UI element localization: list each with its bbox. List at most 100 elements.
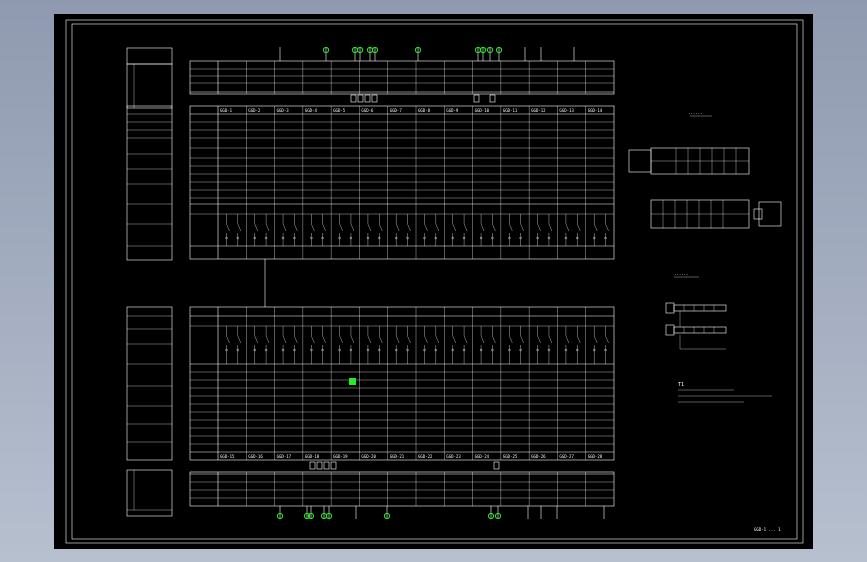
panel-header-cell: GGD-24 [475, 454, 490, 459]
panel-header-cell: GGD-11 [503, 108, 518, 113]
switch-blade [424, 223, 428, 232]
drawing-sheet[interactable]: GGD-1 GGD-2 GGD-3 GGD-4 GGD-5 GGD-6 GGD-7 GGD-8… [54, 14, 813, 549]
switch-blade [548, 223, 553, 232]
panel-header-cell: GGD-23 [446, 454, 461, 459]
switch-blade [463, 223, 468, 232]
detail-lower [665, 276, 727, 350]
panel-header-cell: GGD-2 [248, 108, 261, 113]
switch-blade [322, 223, 326, 232]
upper-breaker-boxes [350, 94, 496, 103]
switch-blade [265, 223, 270, 232]
switch-blade [396, 335, 400, 344]
selected-grip[interactable] [349, 378, 356, 385]
switch-blade [339, 335, 343, 344]
panel-header-cell: GGD-9 [446, 108, 459, 113]
switch-blade [367, 223, 372, 232]
switch-blade [294, 335, 298, 344]
panel-header-cell: GGD-8 [418, 108, 431, 113]
panel-header-cell: GGD-28 [588, 454, 603, 459]
upper-left-legend [126, 47, 173, 261]
panel-header-cell: GGD-22 [418, 454, 433, 459]
panel-header-cell: GGD-1 [220, 108, 233, 113]
panel-header-cell: GGD-20 [361, 454, 376, 459]
switch-blade [396, 223, 400, 232]
switch-blade [452, 223, 456, 232]
switch-blade [282, 223, 287, 232]
panel-header-cell: GGD-26 [531, 454, 546, 459]
switch-blade [435, 335, 439, 344]
detail-caption: ...... [688, 110, 702, 115]
panel-header-cell: GGD-5 [333, 108, 346, 113]
single-line-diagram: GGD-1 GGD-2 GGD-3 GGD-4 GGD-5 GGD-6 GGD-7 GGD-8… [65, 19, 804, 544]
panel-header-cell: GGD-25 [503, 454, 518, 459]
switch-blade [311, 335, 315, 344]
switch-blade [577, 223, 581, 232]
switch-blade [452, 335, 456, 344]
switch-blade [350, 335, 355, 344]
switch-blade [311, 223, 315, 232]
switch-blade [226, 223, 230, 232]
note-label: T1 [678, 382, 684, 388]
switch-blade [537, 335, 541, 344]
detail-middle [650, 199, 782, 229]
switch-blade [407, 223, 411, 232]
switch-blade [265, 335, 270, 344]
panel-header-cell: GGD-19 [333, 454, 348, 459]
upper-feeder-table: GGD-1 GGD-2 GGD-3 GGD-4 GGD-5 GGD-6 GGD-7 GGD-8… [189, 105, 615, 260]
detail-caption-2: ...... [674, 271, 688, 276]
upper-bus-table [189, 60, 615, 95]
switch-blade [520, 223, 524, 232]
switch-blade [492, 335, 496, 344]
lower-bus-table [189, 471, 615, 507]
switch-blade [509, 223, 513, 232]
detail-top [628, 115, 750, 175]
panel-header-cell: GGD-4 [305, 108, 318, 113]
panel-header-cell: GGD-21 [390, 454, 405, 459]
switch-blade [339, 223, 343, 232]
panel-header-cell: GGD-7 [390, 108, 403, 113]
outer-frame [65, 19, 804, 544]
switch-blade [605, 223, 609, 232]
switch-blade [282, 335, 287, 344]
switch-blade [480, 223, 485, 232]
panel-header-cell: GGD-12 [531, 108, 546, 113]
switch-blade [254, 223, 258, 232]
switch-blade [367, 335, 372, 344]
top-incoming-lines [279, 46, 575, 61]
panel-header-cell: GGD-6 [361, 108, 374, 113]
switch-blade [537, 223, 541, 232]
title-block-text: GGD-1 ... 1 [754, 527, 781, 532]
panel-header-cell: GGD-3 [277, 108, 290, 113]
inner-frame [71, 23, 798, 540]
switch-blade [379, 335, 383, 344]
note-block: T1 [678, 382, 772, 403]
switch-blade [548, 335, 553, 344]
switch-blade [577, 335, 581, 344]
switch-blade [594, 335, 598, 344]
panel-header-cell: GGD-18 [305, 454, 320, 459]
switch-blade [605, 335, 609, 344]
switch-blade [237, 335, 241, 344]
panel-header-cell: GGD-13 [559, 108, 574, 113]
switch-blade [350, 223, 355, 232]
cad-viewport[interactable]: GGD-1 GGD-2 GGD-3 GGD-4 GGD-5 GGD-6 GGD-7 GGD-8… [0, 0, 867, 562]
switch-blade [294, 223, 298, 232]
switch-blade [480, 335, 485, 344]
switch-blade [435, 223, 439, 232]
switch-blade [424, 335, 428, 344]
lower-feeder-table: GGD-15 GGD-16 GGD-17 GGD-18 GGD-19 GGD-20 GGD-… [189, 306, 615, 461]
switch-blade [594, 223, 598, 232]
panel-header-cell: GGD-15 [220, 454, 235, 459]
switch-blade [226, 335, 230, 344]
panel-header-cell: GGD-10 [475, 108, 490, 113]
bottom-incoming-lines [276, 506, 605, 520]
switch-blade [509, 335, 513, 344]
switch-blade [254, 335, 258, 344]
lower-left-legend [126, 306, 173, 517]
switch-blade [322, 335, 326, 344]
switch-blade [492, 223, 496, 232]
switch-blade [379, 223, 383, 232]
switch-blade [463, 335, 468, 344]
panel-header-cell: GGD-14 [588, 108, 603, 113]
lower-breaker-boxes [309, 461, 500, 470]
